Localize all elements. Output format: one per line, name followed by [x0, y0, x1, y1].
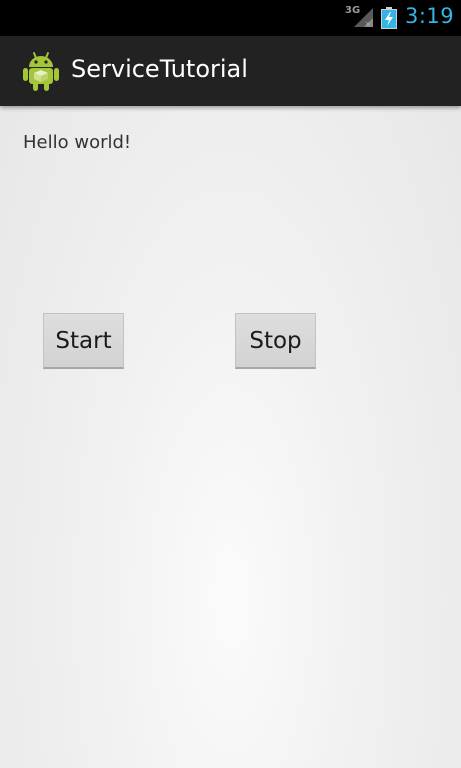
app-title: ServiceTutorial [71, 55, 248, 83]
status-bar: 3G × 3:19 [0, 0, 461, 36]
start-button[interactable]: Start [43, 313, 124, 369]
action-bar: ServiceTutorial [0, 36, 461, 106]
status-clock: 3:19 [405, 4, 455, 28]
app-screen: 3G × 3:19 ServiceTutorial Hello world! S… [0, 0, 461, 768]
stop-button[interactable]: Stop [235, 313, 316, 369]
battery-charging-icon [381, 7, 397, 29]
svg-text:×: × [365, 20, 371, 28]
greeting-text: Hello world! [23, 132, 132, 153]
signal-icon: × [354, 8, 373, 28]
android-robot-icon[interactable] [22, 50, 60, 92]
